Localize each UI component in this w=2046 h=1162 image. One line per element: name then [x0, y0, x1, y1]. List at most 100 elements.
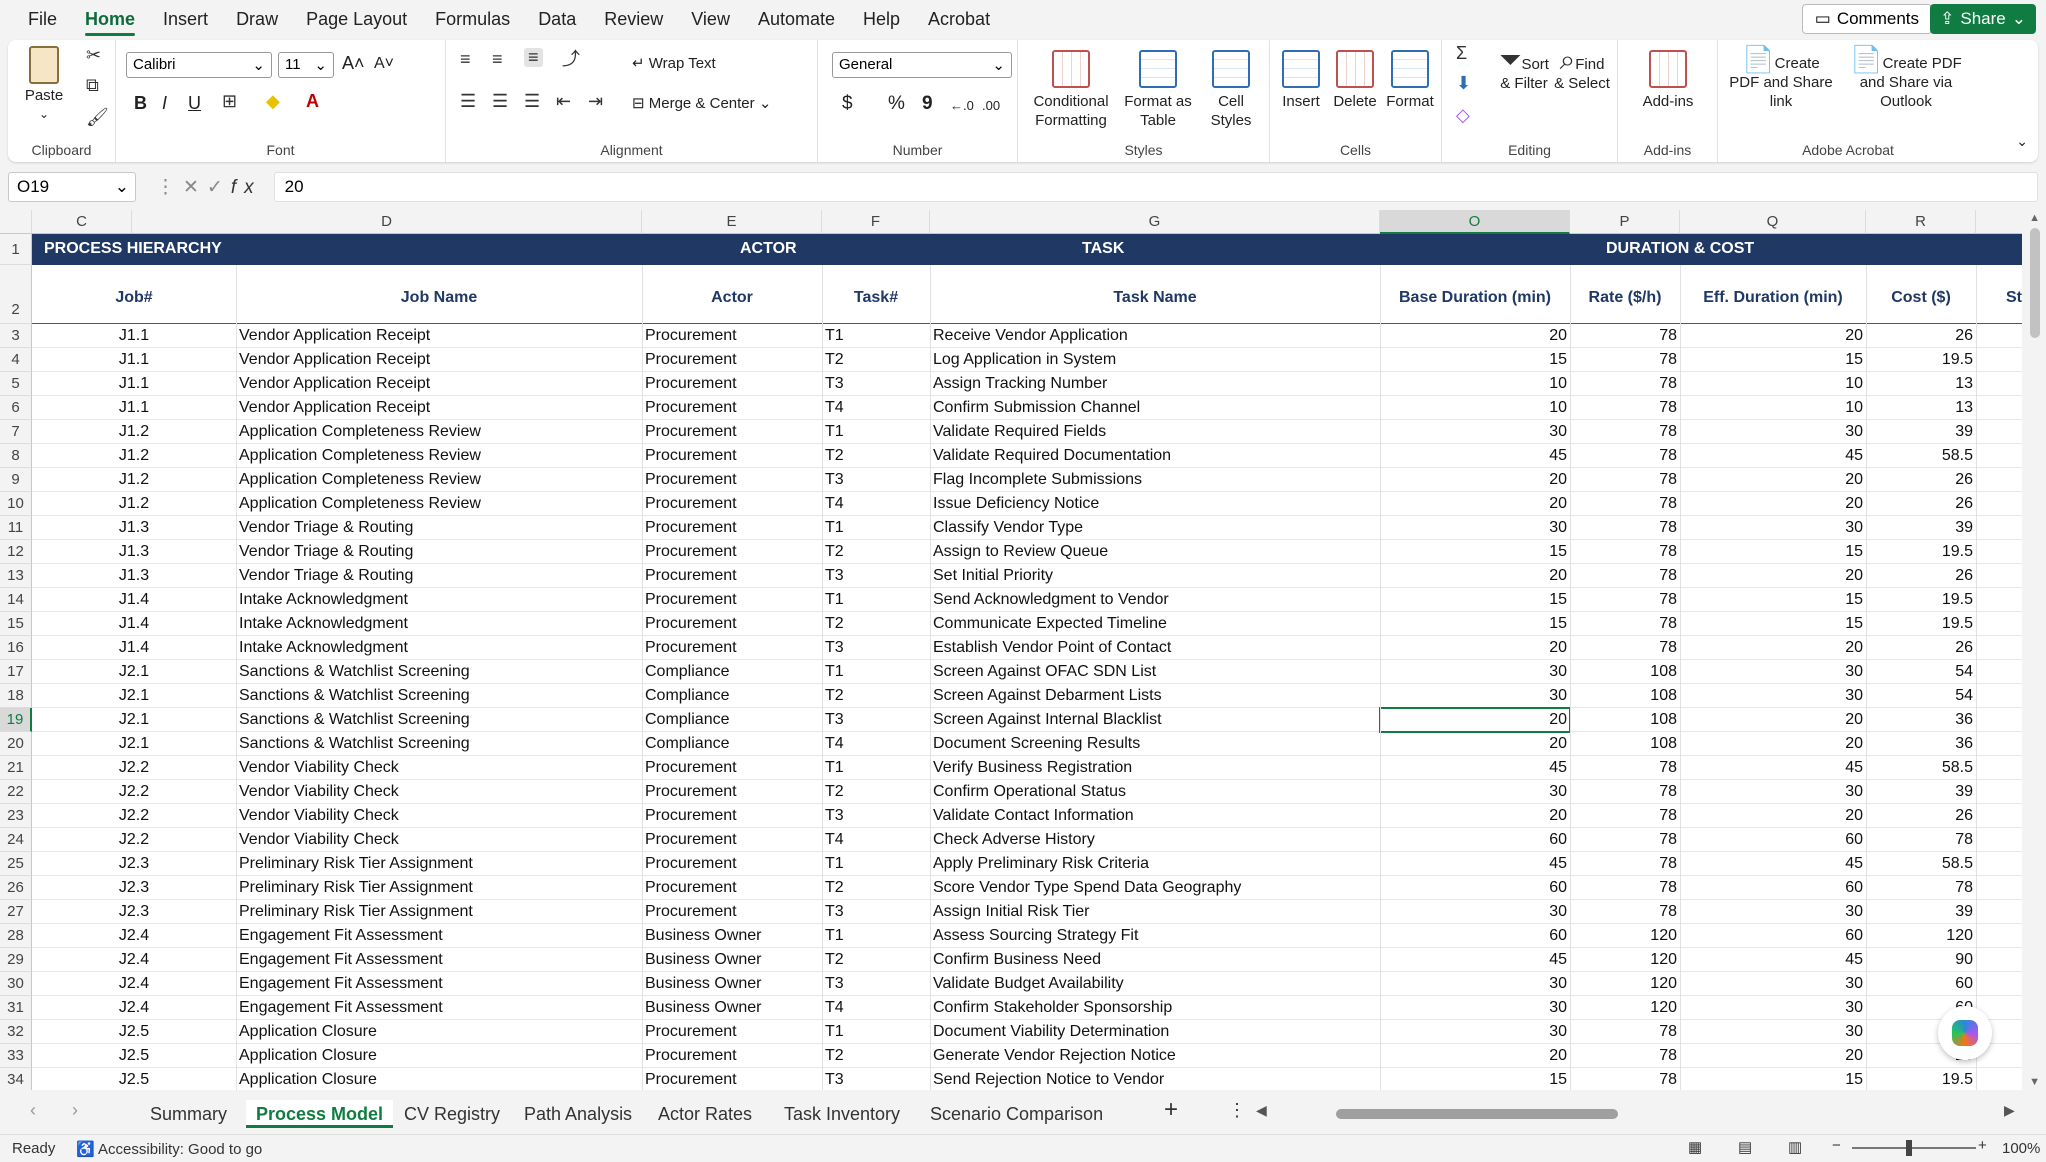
row-header[interactable]: 19	[0, 708, 32, 732]
cell-actor[interactable]: Procurement	[642, 564, 822, 588]
cell-eff[interactable]: 60	[1680, 828, 1866, 852]
cell-task[interactable]: T2	[822, 612, 930, 636]
row-header[interactable]: 32	[0, 1020, 32, 1044]
menu-tab-file[interactable]: File	[14, 0, 71, 38]
cell-base[interactable]: 15	[1380, 588, 1570, 612]
fill-icon[interactable]: ⬇	[1456, 74, 1471, 93]
cell-cost[interactable]: 19.5	[1866, 348, 1976, 372]
row-header[interactable]: 15	[0, 612, 32, 636]
cell-task[interactable]: T1	[822, 1020, 930, 1044]
cell-rate[interactable]: 120	[1570, 996, 1680, 1020]
cell-eff[interactable]: 20	[1680, 804, 1866, 828]
cell-rate[interactable]: 78	[1570, 540, 1680, 564]
align-top-icon[interactable]: ≡	[460, 50, 471, 69]
cell-tname[interactable]: Score Vendor Type Spend Data Geography	[930, 876, 1380, 900]
cell-actor[interactable]: Compliance	[642, 660, 822, 684]
sheet-tab-process-model[interactable]: Process Model	[246, 1100, 394, 1128]
cell-tname[interactable]: Screen Against Debarment Lists	[930, 684, 1380, 708]
cell-actor[interactable]: Procurement	[642, 1068, 822, 1090]
cell-job[interactable]: J2.5	[32, 1020, 236, 1044]
cell-job[interactable]: J2.4	[32, 972, 236, 996]
cell-actor[interactable]: Compliance	[642, 732, 822, 756]
cell-actor[interactable]: Procurement	[642, 444, 822, 468]
cell-job[interactable]: J1.4	[32, 612, 236, 636]
cell-name[interactable]: Sanctions & Watchlist Screening	[236, 732, 642, 756]
column-header-o[interactable]: O	[1380, 210, 1570, 234]
cell-eff[interactable]: 45	[1680, 852, 1866, 876]
scroll-right-icon[interactable]: ▶	[2004, 1102, 2015, 1119]
cell-task[interactable]: T3	[822, 1068, 930, 1090]
cell-actor[interactable]: Procurement	[642, 396, 822, 420]
row-header[interactable]: 20	[0, 732, 32, 756]
row-header[interactable]: 25	[0, 852, 32, 876]
cell-tname[interactable]: Screen Against OFAC SDN List	[930, 660, 1380, 684]
borders-icon[interactable]: ⊞	[222, 92, 237, 111]
cell-cost[interactable]: 26	[1866, 636, 1976, 660]
cell-actor[interactable]: Procurement	[642, 540, 822, 564]
cell-tname[interactable]: Confirm Submission Channel	[930, 396, 1380, 420]
accessibility-status[interactable]: ♿ Accessibility: Good to go	[76, 1140, 262, 1158]
format-as-table-button[interactable]: Format as Table	[1122, 50, 1194, 130]
sheet-tab-path-analysis[interactable]: Path Analysis	[514, 1100, 642, 1128]
cell-actor[interactable]: Procurement	[642, 876, 822, 900]
column-header-f[interactable]: F	[822, 210, 930, 234]
sheet-tab-scenario-comparison[interactable]: Scenario Comparison	[920, 1100, 1113, 1128]
cell-tname[interactable]: Classify Vendor Type	[930, 516, 1380, 540]
cell-cost[interactable]: 39	[1866, 780, 1976, 804]
column-header-r[interactable]: R	[1866, 210, 1976, 234]
cell-name[interactable]: Intake Acknowledgment	[236, 636, 642, 660]
cell-job[interactable]: J2.2	[32, 828, 236, 852]
cell-tname[interactable]: Document Viability Determination	[930, 1020, 1380, 1044]
cell-base[interactable]: 60	[1380, 876, 1570, 900]
cell-eff[interactable]: 10	[1680, 372, 1866, 396]
cell-job[interactable]: J2.5	[32, 1044, 236, 1068]
menu-tab-automate[interactable]: Automate	[744, 0, 849, 38]
cell-task[interactable]: T3	[822, 900, 930, 924]
cell-cost[interactable]: 26	[1866, 492, 1976, 516]
font-size-select[interactable]: 11 ⌄	[278, 52, 334, 78]
cell-tname[interactable]: Validate Contact Information	[930, 804, 1380, 828]
cell-cost[interactable]: 58.5	[1866, 852, 1976, 876]
cell-actor[interactable]: Procurement	[642, 1020, 822, 1044]
cell-name[interactable]: Vendor Application Receipt	[236, 348, 642, 372]
cell-job[interactable]: J1.3	[32, 540, 236, 564]
cell-rate[interactable]: 78	[1570, 396, 1680, 420]
cell-tname[interactable]: Send Rejection Notice to Vendor	[930, 1068, 1380, 1090]
decrease-decimal-icon[interactable]: .00	[982, 96, 1000, 115]
row-header[interactable]: 6	[0, 396, 32, 420]
column-header-g[interactable]: G	[930, 210, 1380, 234]
cell-base[interactable]: 30	[1380, 684, 1570, 708]
cell-name[interactable]: Vendor Viability Check	[236, 756, 642, 780]
cell-actor[interactable]: Procurement	[642, 756, 822, 780]
cell-name[interactable]: Preliminary Risk Tier Assignment	[236, 876, 642, 900]
cell-rate[interactable]: 78	[1570, 1068, 1680, 1090]
cell-actor[interactable]: Procurement	[642, 324, 822, 348]
decrease-indent-icon[interactable]: ⇤	[556, 92, 571, 111]
cell-actor[interactable]: Procurement	[642, 492, 822, 516]
cell-cost[interactable]: 78	[1866, 876, 1976, 900]
cell-eff[interactable]: 30	[1680, 996, 1866, 1020]
cell-job[interactable]: J1.1	[32, 372, 236, 396]
horizontal-scroll-thumb[interactable]	[1336, 1109, 1618, 1119]
zoom-level[interactable]: 100%	[2002, 1140, 2040, 1157]
column-header-c[interactable]: C	[32, 210, 132, 234]
cell-base[interactable]: 30	[1380, 900, 1570, 924]
autosum-icon[interactable]: Σ	[1456, 44, 1467, 63]
menu-tab-data[interactable]: Data	[524, 0, 590, 38]
cell-eff[interactable]: 30	[1680, 780, 1866, 804]
cell-cost[interactable]: 39	[1866, 420, 1976, 444]
font-color-icon[interactable]: A	[306, 92, 319, 111]
add-sheet-icon[interactable]: +	[1164, 1096, 1178, 1124]
cell-tname[interactable]: Document Screening Results	[930, 732, 1380, 756]
cell-eff[interactable]: 30	[1680, 420, 1866, 444]
column-header-q[interactable]: Q	[1680, 210, 1866, 234]
cell-tname[interactable]: Verify Business Registration	[930, 756, 1380, 780]
insert-cells-button[interactable]: Insert	[1276, 50, 1326, 111]
vertical-scrollbar[interactable]: ▲ ▼	[2022, 210, 2046, 1090]
cell-name[interactable]: Intake Acknowledgment	[236, 588, 642, 612]
cell-actor[interactable]: Procurement	[642, 900, 822, 924]
cut-icon[interactable]: ✂	[86, 46, 101, 65]
menu-tab-formulas[interactable]: Formulas	[421, 0, 524, 38]
cell-eff[interactable]: 20	[1680, 468, 1866, 492]
cell-tname[interactable]: Issue Deficiency Notice	[930, 492, 1380, 516]
